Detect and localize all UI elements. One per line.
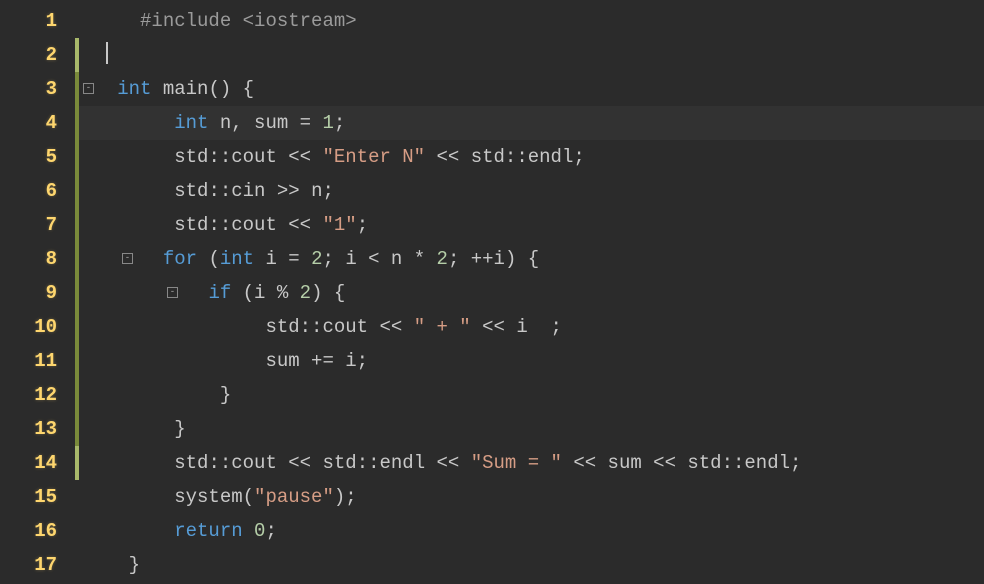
change-marker <box>75 446 79 480</box>
code-line[interactable]: - int main() { <box>75 72 984 106</box>
line-number: 11 <box>0 344 75 378</box>
change-marker <box>75 38 79 72</box>
code-content[interactable]: #include <iostream> - int main() { int n… <box>75 0 984 584</box>
code-line[interactable]: system("pause"); <box>75 480 984 514</box>
code-line[interactable]: return 0; <box>75 514 984 548</box>
change-marker <box>75 242 79 276</box>
line-number: 14 <box>0 446 75 480</box>
line-gutter: 1 2 3 4 5 6 7 8 9 10 11 12 13 14 15 16 1… <box>0 0 75 584</box>
code-line[interactable]: std::cout << std::endl << "Sum = " << su… <box>75 446 984 480</box>
code-line[interactable]: - for (int i = 2; i < n * 2; ++i) { <box>75 242 984 276</box>
change-marker <box>75 344 79 378</box>
line-number: 15 <box>0 480 75 514</box>
line-number: 16 <box>0 514 75 548</box>
preprocessor: #include <box>140 10 231 32</box>
line-number: 4 <box>0 106 75 140</box>
code-line[interactable]: sum += i; <box>75 344 984 378</box>
change-marker <box>75 412 79 446</box>
code-line[interactable] <box>75 38 984 72</box>
code-line[interactable]: std::cin >> n; <box>75 174 984 208</box>
code-line[interactable]: std::cout << " + " << i ; <box>75 310 984 344</box>
fold-toggle-icon[interactable]: - <box>122 253 133 264</box>
line-number: 9 <box>0 276 75 310</box>
line-number: 7 <box>0 208 75 242</box>
line-number: 6 <box>0 174 75 208</box>
line-number: 8 <box>0 242 75 276</box>
code-line[interactable]: #include <iostream> <box>75 4 984 38</box>
change-marker <box>75 140 79 174</box>
fold-toggle-icon[interactable]: - <box>83 83 94 94</box>
change-marker <box>75 310 79 344</box>
line-number: 13 <box>0 412 75 446</box>
code-line[interactable]: int n, sum = 1; <box>75 106 984 140</box>
change-marker <box>75 378 79 412</box>
change-marker <box>75 208 79 242</box>
line-number: 5 <box>0 140 75 174</box>
change-marker <box>75 106 79 140</box>
code-line[interactable]: - if (i % 2) { <box>75 276 984 310</box>
line-number: 17 <box>0 548 75 582</box>
code-editor[interactable]: 1 2 3 4 5 6 7 8 9 10 11 12 13 14 15 16 1… <box>0 0 984 584</box>
code-line[interactable]: } <box>75 548 984 582</box>
text-cursor <box>106 42 108 64</box>
line-number: 12 <box>0 378 75 412</box>
change-marker <box>75 276 79 310</box>
code-line[interactable]: std::cout << "Enter N" << std::endl; <box>75 140 984 174</box>
change-marker <box>75 72 79 106</box>
line-number: 3 <box>0 72 75 106</box>
change-marker <box>75 174 79 208</box>
fold-toggle-icon[interactable]: - <box>167 287 178 298</box>
line-number: 10 <box>0 310 75 344</box>
code-line[interactable]: } <box>75 412 984 446</box>
line-number: 2 <box>0 38 75 72</box>
code-line[interactable]: } <box>75 378 984 412</box>
code-line[interactable]: std::cout << "1"; <box>75 208 984 242</box>
line-number: 1 <box>0 4 75 38</box>
